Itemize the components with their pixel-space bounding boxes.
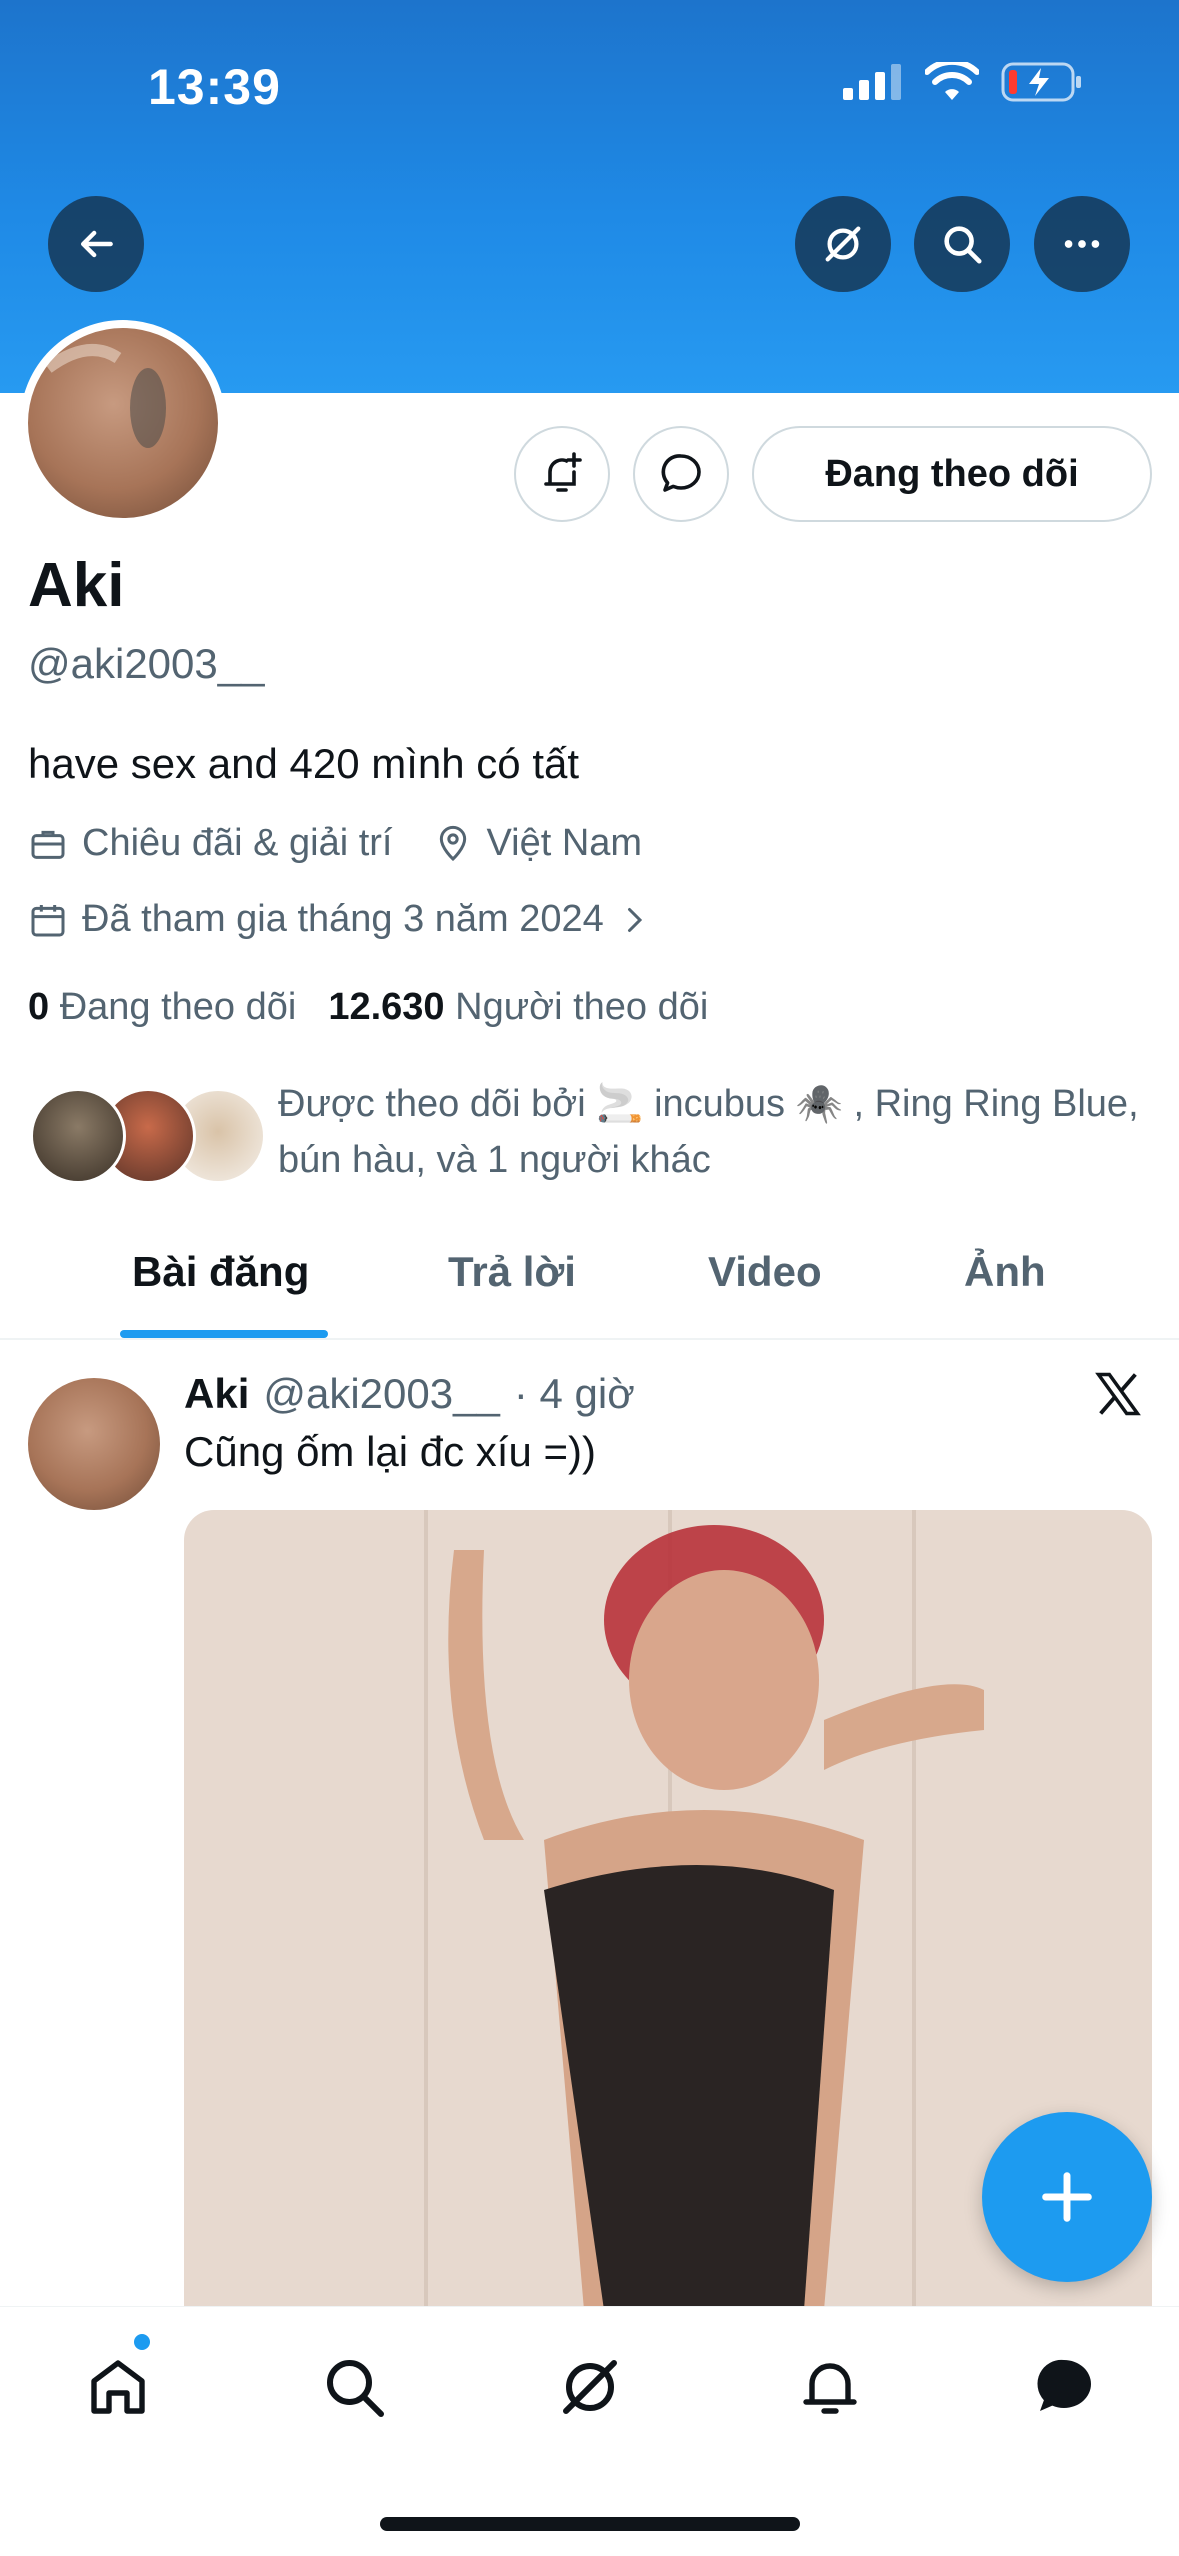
profile-avatar[interactable]: [20, 320, 226, 526]
location-icon: [439, 825, 466, 861]
bottom-navigation: [0, 2306, 1179, 2556]
followers-stat[interactable]: 12.630 Người theo dõi: [328, 986, 708, 1029]
profile-meta-row: Chiêu đãi & giải trí Việt Nam: [28, 822, 642, 865]
search-button[interactable]: [914, 196, 1010, 292]
status-icons: [843, 62, 1083, 102]
profile-handle: @aki2003__: [28, 640, 265, 687]
nav-messages[interactable]: [1024, 2347, 1104, 2427]
tab-video[interactable]: Video: [708, 1248, 822, 1296]
x-logo-icon[interactable]: [1092, 1368, 1144, 1425]
tweet-header: Aki @aki2003__ · 4 giờ: [184, 1370, 635, 1418]
calendar-icon: [31, 904, 65, 936]
grok-icon: [563, 2360, 617, 2414]
tweet-author-name[interactable]: Aki: [184, 1370, 249, 1418]
battery-icon: [1001, 62, 1081, 102]
chevron-right-icon: [627, 907, 642, 932]
following-stat[interactable]: 0 Đang theo dõi: [28, 986, 296, 1029]
messages-icon: [1037, 2359, 1091, 2411]
search-icon: [327, 2360, 384, 2417]
tweet-avatar[interactable]: [28, 1378, 160, 1510]
profile-joined: Đã tham gia tháng 3 năm 2024: [82, 898, 604, 940]
profile-tabs: Bài đăng Trả lời Video Ảnh: [0, 1230, 1179, 1340]
following-button[interactable]: Đang theo dõi: [752, 426, 1152, 522]
arrow-left-icon: [80, 230, 113, 258]
nav-home[interactable]: [78, 2347, 158, 2427]
followed-by-text[interactable]: Được theo dõi bởi 🚬 incubus 🕷️ , Ring Ri…: [278, 1076, 1158, 1188]
tweet-author-handle: @aki2003__: [263, 1370, 500, 1417]
nav-search[interactable]: [314, 2347, 394, 2427]
tab-photos[interactable]: Ảnh: [964, 1248, 1046, 1296]
tab-replies[interactable]: Trả lời: [448, 1248, 576, 1296]
status-time: 13:39: [148, 59, 281, 115]
profile-name: Aki: [28, 551, 125, 620]
home-indicator: [380, 2517, 800, 2531]
profile-bio: have sex and 420 mình có tất: [28, 740, 580, 787]
signal-icon: [843, 64, 901, 100]
bell-icon: [803, 2363, 857, 2414]
profile-location: Việt Nam: [486, 822, 643, 864]
grok-icon: [825, 226, 861, 262]
search-icon: [944, 226, 982, 264]
nav-grok[interactable]: [550, 2347, 630, 2427]
unread-dot: [134, 2334, 150, 2350]
compose-button[interactable]: [982, 2112, 1152, 2282]
tweet-time: · 4 giờ: [513, 1370, 635, 1417]
active-tab-indicator: [120, 1330, 328, 1338]
briefcase-icon: [31, 830, 65, 859]
avatar: [30, 1088, 126, 1184]
more-button[interactable]: [1034, 196, 1130, 292]
home-icon: [91, 2360, 145, 2414]
message-button[interactable]: [633, 426, 729, 522]
bell-plus-icon: [544, 452, 582, 492]
tweet-text: Cũng ốm lại đc xíu =)): [184, 1428, 597, 1475]
chat-bubble-icon: [661, 454, 701, 492]
nav-notifications[interactable]: [790, 2347, 870, 2427]
wifi-icon: [925, 62, 979, 100]
plus-icon: [1042, 2172, 1092, 2222]
profile-stats: 0 Đang theo dõi 12.630 Người theo dõi: [28, 986, 708, 1029]
grok-button[interactable]: [795, 196, 891, 292]
tab-posts[interactable]: Bài đăng: [132, 1248, 309, 1296]
back-button[interactable]: [48, 196, 144, 292]
profile-joined-row[interactable]: Đã tham gia tháng 3 năm 2024: [28, 898, 666, 941]
more-icon: [1064, 240, 1100, 248]
profile-category[interactable]: Chiêu đãi & giải trí: [82, 822, 393, 865]
followers-you-know-avatars[interactable]: [30, 1088, 266, 1184]
notify-button[interactable]: [514, 426, 610, 522]
